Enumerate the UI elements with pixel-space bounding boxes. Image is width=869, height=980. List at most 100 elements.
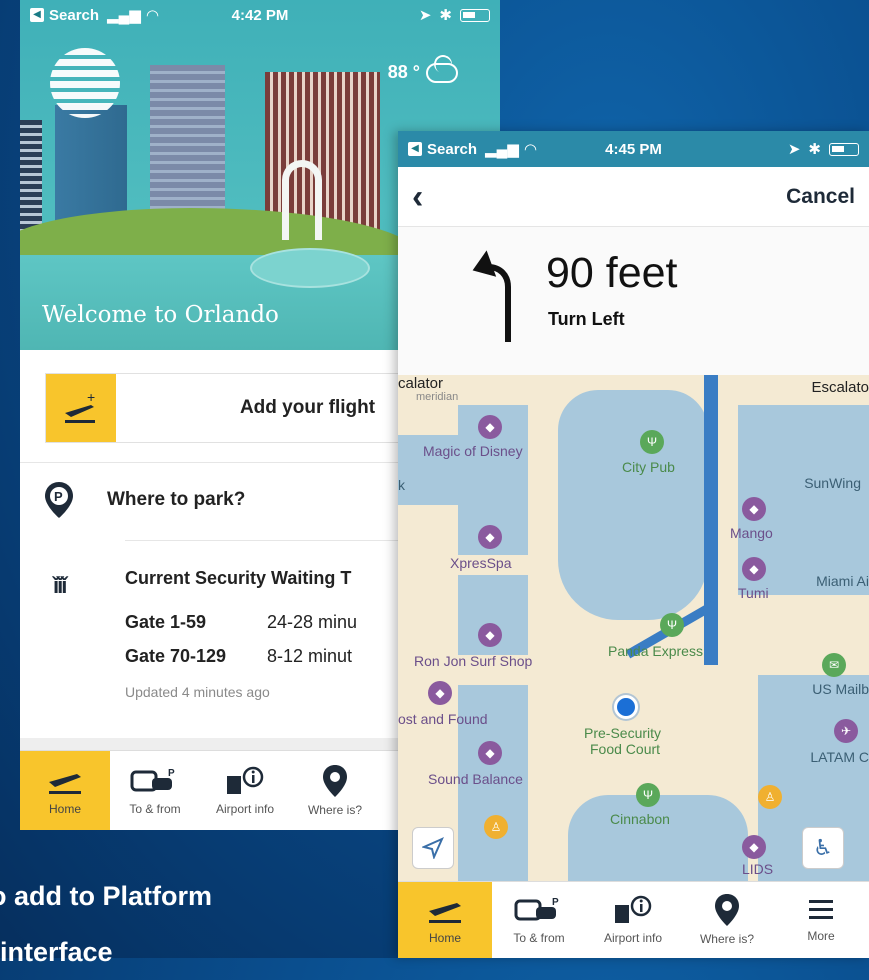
tab-label: Airport info xyxy=(603,931,663,945)
fountain-base-illustration xyxy=(250,248,370,288)
map-label[interactable]: Panda Express xyxy=(608,643,703,659)
temperature: 88 ° xyxy=(387,62,420,82)
cancel-button[interactable]: Cancel xyxy=(786,185,855,209)
recenter-location-button[interactable] xyxy=(412,827,454,869)
shopping-bag-icon[interactable]: ◆ xyxy=(742,835,766,859)
car-bus-icon: P xyxy=(130,768,175,791)
plane-icon xyxy=(49,773,81,794)
car-bus-icon: P xyxy=(514,897,559,921)
tab-more[interactable]: More xyxy=(774,882,868,958)
wifi-icon: ◠ xyxy=(146,7,159,24)
map-label[interactable]: Sound Balance xyxy=(428,771,523,787)
map-label[interactable]: City Pub xyxy=(622,459,675,475)
tab-where-is[interactable]: Where is? xyxy=(680,882,774,958)
restroom-icon[interactable]: ♙ xyxy=(758,785,782,809)
shopping-bag-icon[interactable]: ◆ xyxy=(478,525,502,549)
tab-airport-info[interactable]: Airport info xyxy=(586,882,680,958)
tab-home[interactable]: Home xyxy=(398,882,492,958)
status-time: 4:45 PM xyxy=(605,140,662,158)
map-label: meridian xyxy=(416,391,459,403)
tab-label: Home xyxy=(428,931,461,945)
indoor-map[interactable]: calator meridian Escalato ◆ Magic of Dis… xyxy=(398,375,869,881)
map-label[interactable]: ost and Found xyxy=(398,711,488,727)
shopping-bag-icon[interactable]: ◆ xyxy=(478,741,502,765)
tab-home[interactable]: Home xyxy=(20,751,110,830)
location-arrow-icon: ➤ xyxy=(787,141,801,158)
cloud-icon xyxy=(426,62,458,83)
status-back-label[interactable]: Search xyxy=(49,7,99,24)
add-flight-icon: + xyxy=(46,374,116,442)
restroom-icon[interactable]: ♙ xyxy=(484,815,508,839)
map-label[interactable]: LIDS xyxy=(742,861,773,877)
tab-bar: Home P To & from Airport info Where is? xyxy=(398,881,869,958)
status-bar: ◀ Search ▂▄▆ ◠ 4:42 PM ➤ ✱ xyxy=(20,0,500,30)
map-label[interactable]: XpresSpa xyxy=(450,555,511,571)
bluetooth-icon: ✱ xyxy=(439,7,452,24)
tab-to-from[interactable]: P To & from xyxy=(110,751,200,830)
map-label[interactable]: Mango xyxy=(730,525,773,541)
map-label[interactable]: Tumi xyxy=(738,585,769,601)
tab-label: To & from xyxy=(513,931,565,945)
shopping-bag-icon[interactable]: ◆ xyxy=(478,623,502,647)
lost-found-icon[interactable]: ◆ xyxy=(428,681,452,705)
back-arrow-icon[interactable]: ◀ xyxy=(30,8,44,22)
location-pin-icon xyxy=(323,764,347,797)
status-time: 4:42 PM xyxy=(231,6,289,24)
caption-line: interface xyxy=(0,937,113,967)
svg-text:P: P xyxy=(54,489,63,504)
accessibility-toggle-button[interactable]: ♿ xyxy=(802,827,844,869)
map-label[interactable]: Miami Ai xyxy=(816,573,869,589)
tab-to-from[interactable]: P To & from xyxy=(492,882,586,958)
info-icon xyxy=(615,895,652,923)
wayfinding-screen: ◀ Search ▂▄▆ ◠ 4:45 PM ➤ ✱ ‹ Cancel 90 f… xyxy=(398,131,869,958)
updated-timestamp: Updated 4 minutes ago xyxy=(125,684,270,700)
map-label[interactable]: Cinnabon xyxy=(610,811,670,827)
svg-text:P: P xyxy=(552,897,559,908)
turn-distance: 90 feet xyxy=(546,249,678,297)
map-label[interactable]: Ron Jon Surf Shop xyxy=(414,653,532,669)
tab-label: Home xyxy=(48,801,81,816)
map-label[interactable]: Magic of Disney xyxy=(423,443,523,459)
gate-name: Gate 70-129 xyxy=(125,646,227,666)
mail-icon[interactable]: ✉ xyxy=(822,653,846,677)
shopping-bag-icon[interactable]: ◆ xyxy=(478,415,502,439)
tab-where-is[interactable]: Where is? xyxy=(290,751,380,830)
map-label[interactable]: SunWing xyxy=(804,475,861,491)
back-arrow-icon[interactable]: ◀ xyxy=(408,142,422,156)
wheelchair-icon: ♿ xyxy=(813,835,833,860)
shopping-bag-icon[interactable]: ◆ xyxy=(742,557,766,581)
turn-instruction: Turn Left xyxy=(548,309,625,329)
back-chevron-icon[interactable]: ‹ xyxy=(412,180,423,214)
map-label: k xyxy=(398,477,405,493)
gate-wait-time: 8-12 minut xyxy=(267,646,353,666)
turn-left-arrow-icon xyxy=(472,250,511,342)
location-arrow-icon: ➤ xyxy=(418,7,432,24)
security-wait-title[interactable]: Current Security Waiting T xyxy=(125,568,351,589)
shopping-bag-icon[interactable]: ◆ xyxy=(742,497,766,521)
people-queue-icon: ǐǐǐ xyxy=(53,573,67,598)
plane-icon[interactable]: ✈ xyxy=(834,719,858,743)
tab-label: Where is? xyxy=(699,932,755,946)
tab-label: To & from xyxy=(129,801,181,816)
turn-instruction-panel: 90 feet Turn Left xyxy=(398,227,869,375)
wifi-icon: ◠ xyxy=(524,141,537,158)
info-icon xyxy=(227,766,264,794)
where-to-park-row[interactable]: P Where to park? xyxy=(45,482,245,518)
caption-line: o add to Platform xyxy=(0,881,212,911)
tab-label: More xyxy=(807,929,835,943)
map-label[interactable]: Food Court xyxy=(590,741,660,757)
restaurant-icon[interactable]: Ψ xyxy=(636,783,660,807)
map-label[interactable]: US Mailb xyxy=(812,681,869,697)
gate-name: Gate 1-59 xyxy=(125,612,207,632)
location-pin-icon xyxy=(715,894,739,926)
restaurant-icon[interactable]: Ψ xyxy=(660,613,684,637)
svg-text:P: P xyxy=(168,768,175,779)
plane-icon xyxy=(429,903,461,923)
map-label[interactable]: LATAM C xyxy=(810,749,869,765)
restaurant-icon[interactable]: Ψ xyxy=(640,430,664,454)
tab-airport-info[interactable]: Airport info xyxy=(200,751,290,830)
current-location-marker xyxy=(614,695,638,719)
tab-label: Airport info xyxy=(215,801,275,816)
status-back-label[interactable]: Search xyxy=(427,141,477,158)
map-label[interactable]: Pre-Security xyxy=(584,725,661,741)
